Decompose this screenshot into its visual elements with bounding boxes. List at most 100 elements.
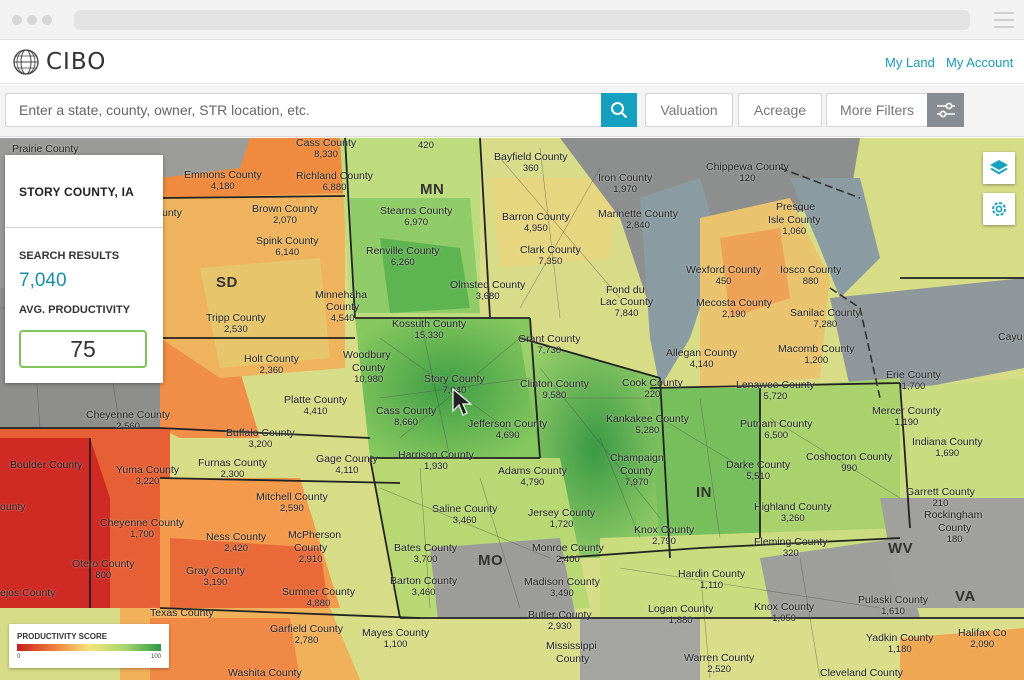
county-label[interactable]: Cass County 8,330: [296, 138, 356, 160]
county-label[interactable]: Pulaski County 1,610: [858, 595, 928, 618]
county-label[interactable]: Champaign: [610, 453, 664, 464]
county-label[interactable]: Barton County 3,460: [390, 576, 457, 599]
county-label[interactable]: Coshocton County 990: [806, 452, 892, 475]
county-label[interactable]: Halifax Co 2,090: [958, 628, 1006, 651]
county-label[interactable]: Richland County 6,880: [296, 171, 373, 194]
filter-settings-button[interactable]: [927, 93, 964, 127]
county-label[interactable]: Prairie County: [12, 144, 79, 155]
county-label[interactable]: Clinton County 9,580: [520, 379, 589, 402]
county-label[interactable]: Rockingham: [924, 510, 982, 521]
county-label[interactable]: Washita County: [228, 668, 302, 679]
county-label[interactable]: Presque: [776, 202, 815, 213]
valuation-filter-button[interactable]: Valuation: [645, 93, 733, 127]
search-input[interactable]: [5, 93, 602, 127]
nav-my-account-link[interactable]: My Account: [946, 55, 1013, 70]
county-label[interactable]: Bayfield County 360: [494, 152, 568, 175]
county-label[interactable]: Cheyenne County 2,560: [86, 410, 170, 433]
county-label[interactable]: Stearns County 6,970: [380, 206, 452, 229]
county-label[interactable]: Madison County 3,490: [524, 577, 600, 600]
county-label[interactable]: Sanilac County 7,280: [790, 308, 861, 331]
county-label[interactable]: Wexford County 450: [686, 265, 761, 288]
search-button[interactable]: [601, 93, 637, 127]
county-label[interactable]: Monroe County 2,400: [532, 543, 604, 566]
county-label[interactable]: Highland County 3,260: [754, 502, 832, 525]
county-label[interactable]: Allegan County 4,140: [666, 348, 737, 371]
county-label[interactable]: Cass County 8,660: [376, 406, 436, 429]
county-label[interactable]: Fond du: [606, 285, 645, 296]
county-label[interactable]: Barron County 4,950: [502, 212, 570, 235]
county-label[interactable]: Hardin County 1,110: [678, 569, 745, 592]
brand-logo[interactable]: CIBO: [12, 48, 106, 76]
county-label[interactable]: Mayes County 1,100: [362, 628, 429, 651]
county-label[interactable]: Logan County 1,880: [648, 604, 713, 627]
county-label[interactable]: Minnehaha: [315, 290, 367, 301]
county-label[interactable]: Gage County 4,110: [316, 454, 378, 477]
county-label[interactable]: Marinette County 2,840: [598, 209, 678, 232]
county-label[interactable]: Renville County 6,260: [366, 246, 440, 269]
county-label[interactable]: County 7,970: [620, 466, 653, 489]
county-label[interactable]: Darke County 5,510: [726, 460, 790, 483]
county-label[interactable]: Yuma County 3,220: [116, 465, 179, 488]
nav-my-land-link[interactable]: My Land: [885, 55, 935, 70]
county-label[interactable]: unty: [162, 208, 182, 219]
hamburger-menu-icon[interactable]: [994, 12, 1014, 28]
county-label[interactable]: County 2,910: [294, 543, 327, 566]
county-label[interactable]: Tripp County 2,530: [206, 313, 266, 336]
county-label[interactable]: Otero County 800: [72, 559, 134, 582]
county-label[interactable]: Garfield County 2,780: [270, 624, 343, 647]
county-label[interactable]: Brown County 2,070: [252, 204, 318, 227]
county-label[interactable]: Iron County 1,970: [598, 173, 652, 196]
county-label[interactable]: Holt County 2,360: [244, 354, 299, 377]
county-label[interactable]: 420: [418, 140, 434, 151]
county-label[interactable]: Kankakee County 5,280: [606, 414, 689, 437]
county-label[interactable]: Grant County 7,730: [518, 334, 580, 357]
county-label[interactable]: ounty: [0, 502, 26, 513]
county-label[interactable]: Mecosta County 2,190: [696, 298, 772, 321]
county-label[interactable]: Cheyenne County 1,700: [100, 518, 184, 541]
county-label[interactable]: Putnam County 6,500: [740, 419, 812, 442]
county-label[interactable]: Knox County 2,790: [634, 525, 694, 548]
county-label[interactable]: Platte County 4,410: [284, 395, 347, 418]
county-label[interactable]: Knox County 1,050: [754, 602, 814, 625]
county-label[interactable]: Cook County 220: [622, 378, 683, 401]
county-label[interactable]: County 10,980: [352, 363, 385, 386]
county-label[interactable]: Boulder County: [10, 460, 82, 471]
county-label[interactable]: Emmons County 4,180: [184, 170, 262, 193]
county-label[interactable]: ejos County: [0, 588, 55, 599]
county-label[interactable]: Iosco County 880: [780, 265, 841, 288]
county-label[interactable]: Furnas County 2,300: [198, 458, 267, 481]
county-label[interactable]: Saline County 3,460: [432, 504, 497, 527]
county-label[interactable]: Kossuth County 15,330: [392, 319, 466, 342]
county-label[interactable]: Gray County 3,190: [186, 566, 245, 589]
county-label[interactable]: Indiana County 1,690: [912, 437, 983, 460]
acreage-filter-button[interactable]: Acreage: [738, 93, 822, 127]
county-label[interactable]: Clark County 7,350: [520, 245, 581, 268]
county-label[interactable]: Fleming County 320: [754, 537, 828, 560]
county-label[interactable]: Macomb County 1,200: [778, 344, 854, 367]
settings-button[interactable]: [983, 193, 1015, 225]
county-label[interactable]: Jefferson County 4,690: [468, 419, 547, 442]
county-label[interactable]: Yadkin County 1,180: [866, 633, 934, 656]
county-label[interactable]: Butler County 2,930: [528, 610, 592, 633]
search-results-count[interactable]: 7,040: [19, 270, 67, 292]
county-label[interactable]: Harrison County 1,930: [398, 450, 474, 473]
county-label[interactable]: County 4,540: [326, 302, 359, 325]
county-label[interactable]: County 180: [938, 523, 971, 546]
county-label[interactable]: Mitchell County 2,590: [256, 492, 328, 515]
county-label[interactable]: Garrett County 210: [906, 487, 975, 510]
county-label[interactable]: Jersey County 1,720: [528, 508, 595, 531]
county-label[interactable]: Ness County 2,420: [206, 532, 266, 555]
county-label[interactable]: Sumner County 4,880: [282, 587, 355, 610]
county-label[interactable]: Cleveland County: [820, 668, 903, 679]
county-label[interactable]: Woodbury: [343, 350, 391, 361]
county-label[interactable]: Mercer County 1,190: [872, 406, 941, 429]
more-filters-button[interactable]: More Filters: [826, 93, 928, 127]
address-bar[interactable]: [74, 10, 970, 30]
county-label[interactable]: Buffalo County 3,200: [226, 428, 295, 451]
county-label[interactable]: County: [556, 654, 589, 665]
county-label[interactable]: Adams County 4,790: [498, 466, 567, 489]
county-label[interactable]: Texas County: [150, 608, 214, 619]
county-label[interactable]: Spink County 6,140: [256, 236, 318, 259]
county-label[interactable]: Chippewa County 120: [706, 162, 789, 185]
county-label[interactable]: McPherson: [288, 530, 341, 541]
